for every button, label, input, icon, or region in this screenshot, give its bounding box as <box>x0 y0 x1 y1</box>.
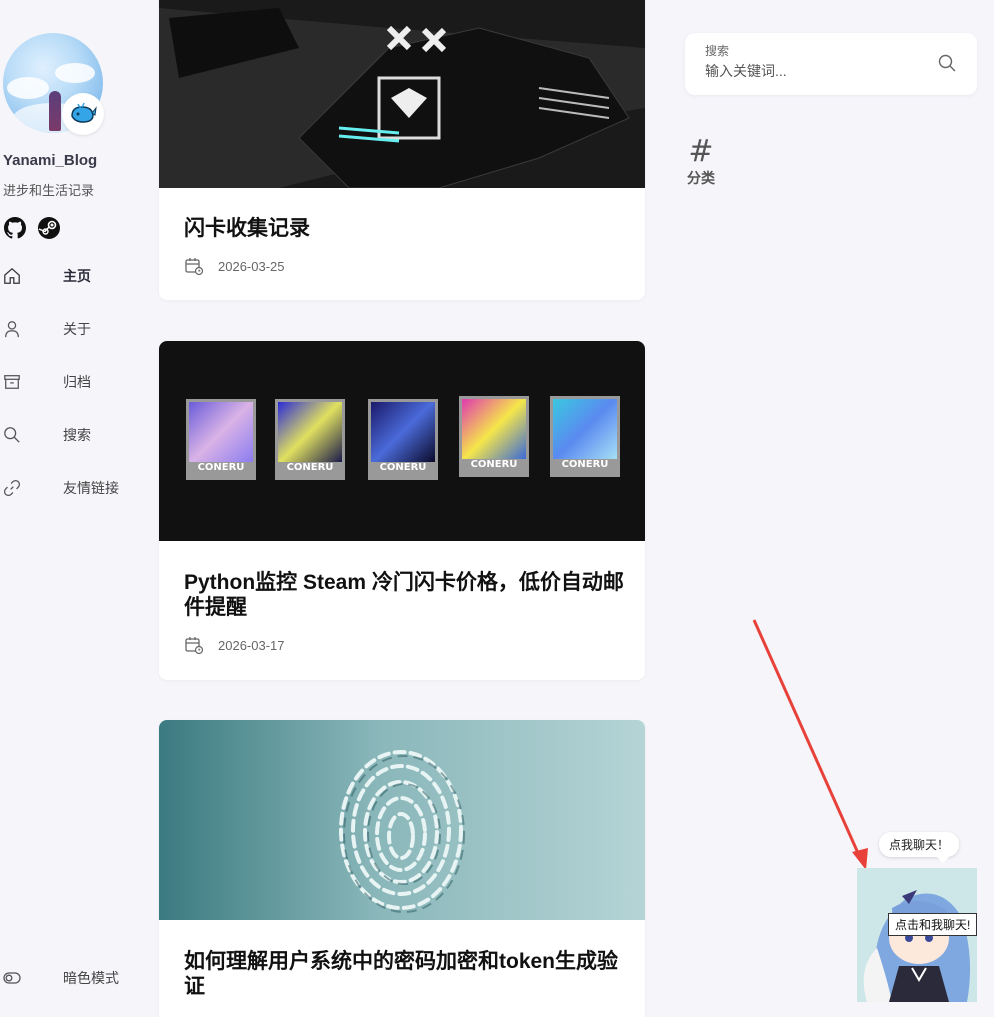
fingerprint-icon <box>339 750 465 913</box>
nav-item-archive[interactable]: 归档 <box>3 356 143 408</box>
archive-icon <box>4 375 20 389</box>
home-icon <box>4 267 20 284</box>
nav-item-label: 关于 <box>63 321 91 337</box>
search-icon[interactable] <box>937 53 957 73</box>
whale-emoji-icon <box>62 93 104 135</box>
avatar-figure <box>49 91 61 131</box>
post-card[interactable]: 如何理解用户系统中的密码加密和token生成验证 <box>159 720 645 1017</box>
steam-card-label: CONERU <box>379 462 427 473</box>
blog-name[interactable]: Yanami_Blog <box>3 152 97 169</box>
calendar-icon <box>185 258 204 276</box>
post-cover-image[interactable]: CONERU CONERU CONERU CONERU CONERU <box>159 341 645 541</box>
post-title[interactable]: 如何理解用户系统中的密码加密和token生成验证 <box>184 949 624 999</box>
post-meta: 2026-03-17 <box>184 635 285 655</box>
nav-item-label: 友情链接 <box>63 480 119 496</box>
categories-label: 分类 <box>687 170 715 186</box>
post-meta: 2026-03-25 <box>184 256 285 276</box>
post-cover-image[interactable] <box>159 720 645 920</box>
post-title[interactable]: 闪卡收集记录 <box>184 216 624 241</box>
hash-icon: # <box>688 134 714 169</box>
toggle-icon <box>3 972 21 984</box>
post-date: 2026-03-17 <box>218 637 285 653</box>
steam-card-label: CONERU <box>286 462 334 473</box>
categories-widget[interactable]: # 分类 <box>685 136 717 188</box>
chat-bubble[interactable]: 点我聊天！ <box>879 832 960 863</box>
steam-icon[interactable] <box>37 216 61 240</box>
post-cover-image[interactable] <box>159 0 645 188</box>
steam-card-label: CONERU <box>470 459 518 470</box>
nav-item-label: 搜索 <box>63 427 91 443</box>
github-icon[interactable] <box>3 216 27 240</box>
dark-mode-label: 暗色模式 <box>63 970 119 986</box>
nav-item-label: 归档 <box>63 374 91 390</box>
nav-item-about[interactable]: 关于 <box>3 303 143 355</box>
search-icon <box>4 427 20 443</box>
post-card[interactable]: 闪卡收集记录 2026-03-25 <box>159 0 645 300</box>
search-label: 搜索 <box>705 44 730 58</box>
steam-card: CONERU <box>550 396 620 477</box>
chat-tooltip: 点击和我聊天! <box>888 913 978 936</box>
steam-card-label: CONERU <box>197 462 245 473</box>
steam-card: CONERU <box>275 399 345 480</box>
steam-card-row: CONERU CONERU CONERU CONERU CONERU <box>186 396 626 481</box>
search-input[interactable] <box>705 63 925 79</box>
dark-mode-toggle[interactable]: 暗色模式 <box>3 964 143 992</box>
steam-card: CONERU <box>368 399 438 480</box>
post-title[interactable]: Python监控 Steam 冷门闪卡价格，低价自动邮件提醒 <box>184 570 624 620</box>
post-card[interactable]: CONERU CONERU CONERU CONERU CONERU Pytho… <box>159 341 645 680</box>
nav-item-home[interactable]: 主页 <box>3 250 143 302</box>
link-icon <box>3 479 21 497</box>
nav-item-friend-links[interactable]: 友情链接 <box>3 462 143 514</box>
sidebar: Yanami_Blog 进步和生活记录 主页 关于 归档 搜索 友情链接 <box>0 0 150 1017</box>
steam-card-label: CONERU <box>561 459 609 470</box>
post-date: 2026-03-25 <box>218 258 285 274</box>
search-widget: 搜索 <box>685 33 977 95</box>
calendar-icon <box>185 637 204 655</box>
blog-description: 进步和生活记录 <box>3 183 95 198</box>
nav-item-label: 主页 <box>63 268 91 284</box>
steam-card: CONERU <box>459 396 529 477</box>
social-links <box>3 216 61 240</box>
steam-card: CONERU <box>186 399 256 480</box>
user-icon <box>5 321 19 338</box>
nav-item-search[interactable]: 搜索 <box>3 409 143 461</box>
